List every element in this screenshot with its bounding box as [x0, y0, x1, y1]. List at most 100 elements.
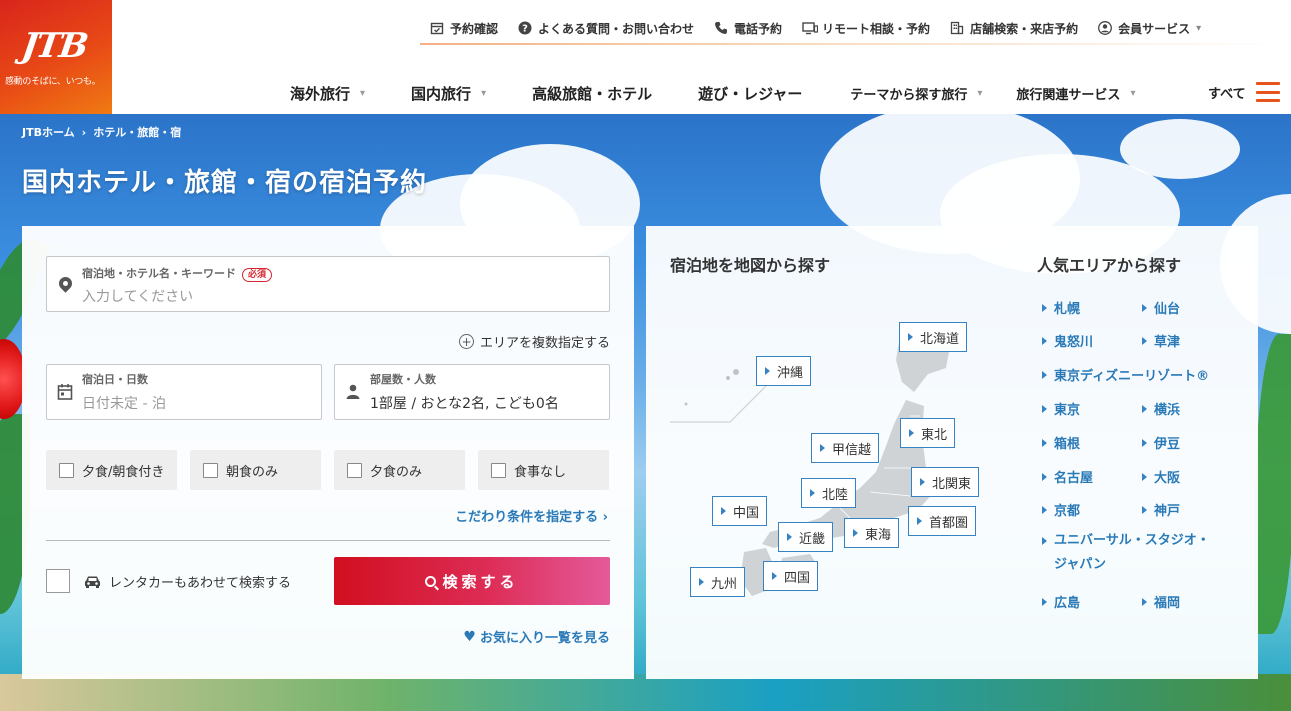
- triangle-icon: [699, 578, 704, 586]
- checkbox[interactable]: [491, 462, 506, 478]
- nav-reservation-check-label: 予約確認: [450, 21, 499, 36]
- meal-option-label: 食事なし: [514, 464, 567, 480]
- favorites-label: お気に入り一覧を見る: [479, 631, 610, 646]
- popular-area-nagoya[interactable]: 名古屋: [1042, 467, 1093, 486]
- multi-area-label: エリアを複数指定する: [479, 336, 610, 351]
- triangle-icon: [1142, 505, 1147, 514]
- region-okinawa[interactable]: 沖縄: [756, 356, 812, 386]
- popular-area-kobe[interactable]: 神戸: [1142, 500, 1180, 519]
- menu-all-button[interactable]: すべて: [1208, 82, 1280, 102]
- popular-area-fukuoka[interactable]: 福岡: [1142, 592, 1180, 611]
- region-hokuriku[interactable]: 北陸: [801, 478, 857, 508]
- meal-option-label: 夕食のみ: [370, 464, 423, 480]
- region-label: 東海: [865, 527, 892, 543]
- popular-area-hakone[interactable]: 箱根: [1042, 433, 1080, 452]
- destination-field[interactable]: 宿泊地・ホテル名・キーワード 必須 入力してください: [46, 256, 610, 312]
- plus-circle-icon: +: [458, 334, 474, 349]
- region-label: 北海道: [920, 331, 960, 347]
- nav-faq-contact[interactable]: ? よくある質問・お問い合わせ: [518, 20, 694, 37]
- nav-store-search[interactable]: 店舗検索・来店予約: [950, 20, 1078, 37]
- shore-decoration: [0, 674, 1291, 711]
- triangle-icon: [1042, 303, 1047, 312]
- meal-option-no-meals[interactable]: 食事なし: [478, 450, 609, 490]
- triangle-icon: [917, 517, 922, 525]
- popular-area-label: 横浜: [1154, 403, 1181, 418]
- popular-area-yokohama[interactable]: 横浜: [1142, 399, 1180, 418]
- menu-all-label: すべて: [1208, 86, 1246, 102]
- region-shikoku[interactable]: 四国: [763, 561, 819, 591]
- nav-member-services[interactable]: 会員サービス ▾: [1098, 20, 1201, 37]
- popular-area-tokyo[interactable]: 東京: [1042, 399, 1080, 418]
- page-title: 国内ホテル・旅館・宿の宿泊予約: [22, 168, 428, 198]
- triangle-icon: [1042, 597, 1047, 606]
- region-kitakanto[interactable]: 北関東: [911, 467, 980, 497]
- jtb-logo[interactable]: JTB 感動のそばに、いつも。: [0, 0, 112, 114]
- nav-overseas-travel[interactable]: 海外旅行 ▾: [290, 83, 365, 104]
- meal-option-breakfast-only[interactable]: 朝食のみ: [190, 450, 321, 490]
- guests-field[interactable]: 部屋数・人数 1部屋 / おとな2名, こども0名: [334, 364, 610, 420]
- map-panel: 宿泊地を地図から探す 人気エリアから探す 北海道 沖縄 東北 甲信越 北関東 北…: [646, 226, 1258, 679]
- popular-area-osaka[interactable]: 大阪: [1142, 467, 1180, 486]
- cloud-decoration: [1120, 119, 1240, 179]
- checkbox[interactable]: [347, 462, 362, 478]
- popular-area-kusatsu[interactable]: 草津: [1142, 331, 1180, 350]
- region-shutoken[interactable]: 首都圏: [908, 506, 977, 536]
- region-label: 近畿: [799, 531, 826, 547]
- triangle-icon: [1042, 370, 1047, 379]
- popular-area-sapporo[interactable]: 札幌: [1042, 298, 1080, 317]
- nav-phone-reservation[interactable]: 電話予約: [714, 20, 782, 37]
- region-koshinetsu[interactable]: 甲信越: [811, 433, 880, 463]
- nav-leisure[interactable]: 遊び・レジャー: [698, 83, 802, 104]
- favorites-link[interactable]: ♥ お気に入り一覧を見る: [463, 627, 610, 647]
- checkbox[interactable]: [203, 462, 218, 478]
- rentacar-checkbox[interactable]: [46, 569, 70, 593]
- nav-reservation-check[interactable]: 予約確認: [430, 20, 498, 37]
- region-tohoku[interactable]: 東北: [900, 418, 956, 448]
- guests-value[interactable]: 1部屋 / おとな2名, こども0名: [370, 393, 559, 413]
- region-chugoku[interactable]: 中国: [712, 496, 768, 526]
- popular-area-label: 仙台: [1154, 302, 1181, 317]
- nav-remote-consult[interactable]: リモート相談・予約: [802, 20, 930, 37]
- breadcrumb-separator: ›: [81, 125, 87, 139]
- utility-nav: 予約確認 ? よくある質問・お問い合わせ 電話予約 リモート相談・予約 店舗検索…: [420, 14, 1211, 42]
- breadcrumb-home-link[interactable]: JTBホーム: [22, 124, 75, 140]
- popular-area-kyoto[interactable]: 京都: [1042, 500, 1080, 519]
- popular-area-izu[interactable]: 伊豆: [1142, 433, 1180, 452]
- nav-theme-travel[interactable]: テーマから探す旅行 ▾: [850, 84, 982, 103]
- popular-area-hiroshima[interactable]: 広島: [1042, 592, 1080, 611]
- date-input[interactable]: 日付未定 - 泊: [82, 393, 166, 413]
- destination-input[interactable]: 入力してください: [82, 286, 193, 306]
- destination-label-text: 宿泊地・ホテル名・キーワード: [82, 267, 236, 280]
- triangle-icon: [1042, 472, 1047, 481]
- multi-area-link[interactable]: + エリアを複数指定する: [458, 332, 610, 351]
- meal-option-dinner-breakfast[interactable]: 夕食/朝食付き: [46, 450, 177, 490]
- nav-domestic-travel[interactable]: 国内旅行 ▾: [411, 83, 486, 104]
- triangle-icon: [1142, 472, 1147, 481]
- region-hokkaido[interactable]: 北海道: [899, 322, 968, 352]
- region-tokai[interactable]: 東海: [844, 518, 900, 548]
- date-field[interactable]: 宿泊日・日数 日付未定 - 泊: [46, 364, 322, 420]
- triangle-icon: [1142, 303, 1147, 312]
- nav-luxury-hotels[interactable]: 高級旅館・ホテル: [532, 83, 652, 104]
- search-button[interactable]: 検索する: [334, 557, 610, 605]
- nav-overseas-travel-label: 海外旅行: [290, 84, 351, 103]
- triangle-icon: [1042, 336, 1047, 345]
- popular-area-sendai[interactable]: 仙台: [1142, 298, 1180, 317]
- advanced-conditions-link[interactable]: こだわり条件を指定する ›: [455, 506, 608, 525]
- meal-option-dinner-only[interactable]: 夕食のみ: [334, 450, 465, 490]
- nav-travel-services[interactable]: 旅行関連サービス ▾: [1016, 84, 1135, 103]
- popular-area-usj[interactable]: ユニバーサル・スタジオ・ジャパン: [1042, 529, 1222, 577]
- region-label: 九州: [711, 576, 738, 592]
- triangle-icon: [853, 529, 858, 537]
- checkbox[interactable]: [59, 462, 74, 478]
- triangle-icon: [820, 444, 825, 452]
- nav-travel-services-label: 旅行関連サービス: [1016, 87, 1121, 103]
- rentacar-option[interactable]: レンタカーもあわせて検索する: [84, 572, 291, 591]
- popular-area-tdr[interactable]: 東京ディズニーリゾート®: [1042, 365, 1209, 384]
- date-label: 宿泊日・日数: [82, 373, 148, 386]
- triangle-icon: [908, 333, 913, 341]
- region-kyushu[interactable]: 九州: [690, 567, 746, 597]
- region-kinki[interactable]: 近畿: [778, 522, 834, 552]
- popular-area-kinugawa[interactable]: 鬼怒川: [1042, 331, 1093, 350]
- triangle-icon: [1042, 404, 1047, 413]
